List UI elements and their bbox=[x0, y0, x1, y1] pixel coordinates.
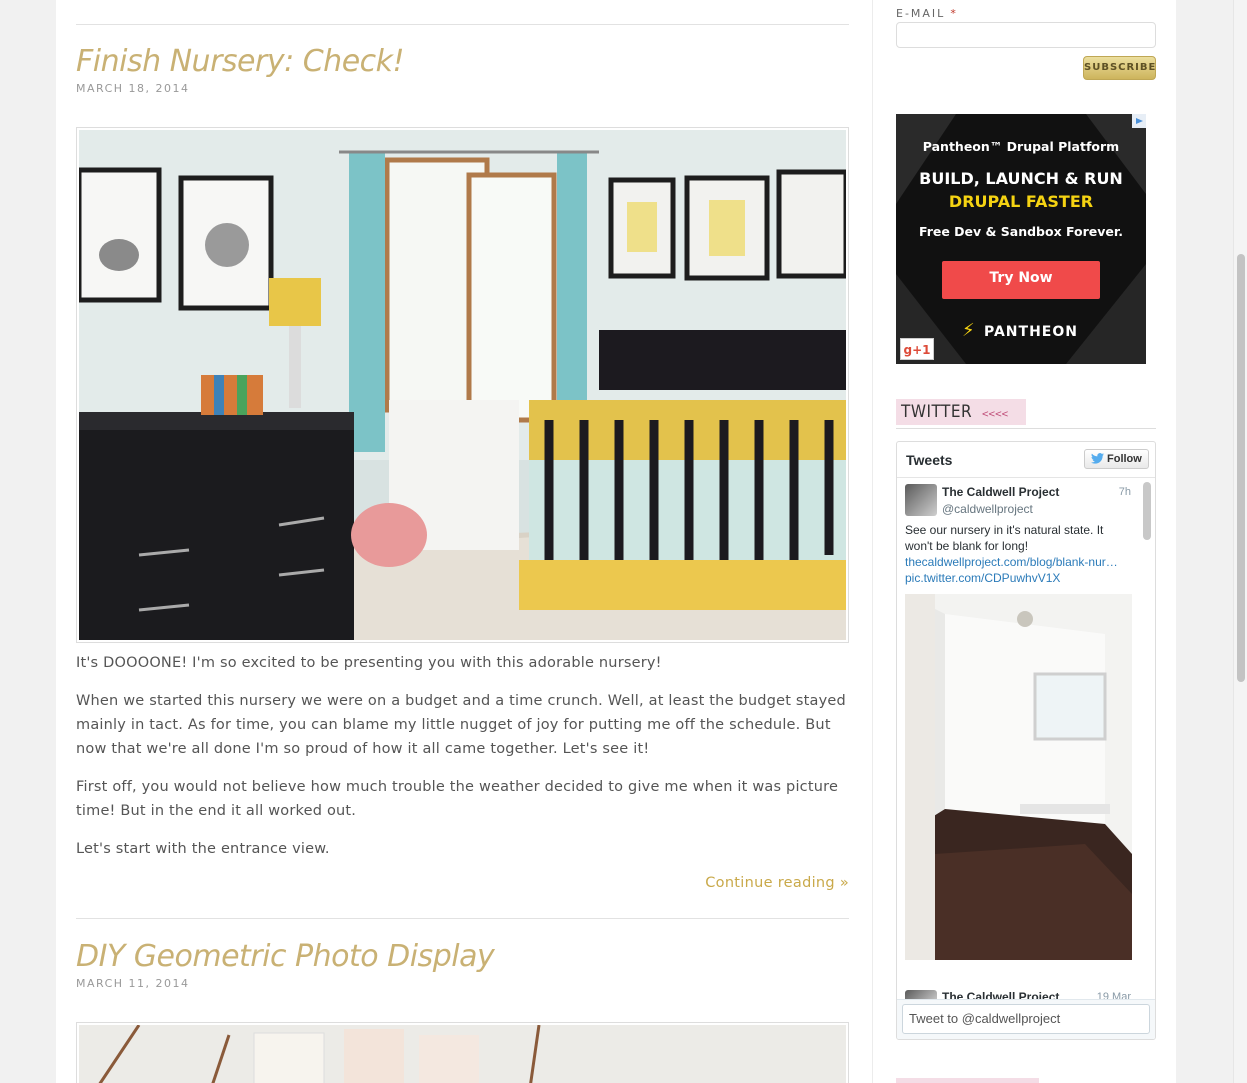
tweet-link[interactable]: thecaldwellproject.com/blog/blank-nur… bbox=[905, 554, 1131, 570]
pantheon-logo-text: PANTHEON bbox=[984, 324, 1078, 340]
ad-subline: Free Dev & Sandbox Forever. bbox=[918, 224, 1124, 239]
post-image[interactable] bbox=[76, 1022, 849, 1083]
nursery-photo bbox=[79, 130, 846, 640]
post-paragraph: It's DOOOONE! I'm so excited to be prese… bbox=[76, 655, 662, 671]
post-date: March 18, 2014 bbox=[76, 82, 190, 95]
pantheon-logo: ⚡ PANTHEON bbox=[962, 320, 1102, 342]
tweet-timestamp[interactable]: 7h bbox=[1119, 486, 1131, 498]
ad-headline-2: DRUPAL FASTER bbox=[948, 192, 1094, 211]
subscribe-button[interactable]: SUBSCRIBE bbox=[1083, 56, 1156, 80]
pantheon-ad[interactable]: Pantheon™ Drupal Platform BUILD, LAUNCH … bbox=[896, 114, 1146, 364]
twitter-arrows: <<<< bbox=[981, 409, 1009, 420]
next-section-tag bbox=[896, 1078, 1039, 1083]
empty-room-photo bbox=[905, 594, 1132, 960]
post-image[interactable] bbox=[76, 127, 849, 643]
avatar[interactable] bbox=[905, 484, 937, 516]
twitter-section-header: TWITTER <<<< bbox=[896, 399, 1156, 429]
window-scrollbar-thumb[interactable] bbox=[1237, 254, 1245, 682]
sidebar-divider bbox=[872, 0, 873, 1083]
post-title[interactable]: DIY Geometric Photo Display bbox=[76, 939, 849, 975]
twitter-bird-icon bbox=[1091, 453, 1104, 464]
email-label-text: E-MAIL bbox=[896, 7, 946, 20]
twitter-heading: TWITTER <<<< bbox=[896, 399, 1026, 425]
post-date: March 11, 2014 bbox=[76, 977, 190, 990]
follow-button[interactable]: Follow bbox=[1084, 449, 1149, 469]
tweet-photo[interactable] bbox=[905, 594, 1132, 960]
widget-scrollbar-thumb[interactable] bbox=[1143, 482, 1151, 540]
widget-title: Tweets bbox=[906, 452, 953, 468]
widget-scrollbar[interactable] bbox=[1143, 480, 1151, 1000]
tweet-author-name[interactable]: The Caldwell Project bbox=[942, 485, 1059, 499]
twitter-widget: Tweets Follow The Caldwell Project @cald… bbox=[896, 441, 1156, 1040]
follow-label: Follow bbox=[1107, 453, 1142, 465]
post-paragraph: First off, you would not believe how muc… bbox=[76, 779, 839, 819]
window-scrollbar[interactable] bbox=[1233, 0, 1247, 1083]
email-label: E-MAIL * bbox=[896, 2, 958, 21]
tweet-compose: Tweet to @caldwellproject bbox=[897, 999, 1155, 1039]
post: DIY Geometric Photo Display March 11, 20… bbox=[76, 939, 849, 990]
photo-display-image bbox=[79, 1024, 846, 1083]
widget-header: Tweets Follow bbox=[897, 442, 1155, 478]
tweet-pic-link[interactable]: pic.twitter.com/CDPuwhvV1X bbox=[905, 570, 1131, 586]
gplus-button[interactable]: g+1 bbox=[900, 338, 934, 360]
page: Finish Nursery: Check! March 18, 2014 bbox=[56, 0, 1176, 1083]
divider bbox=[76, 24, 849, 25]
post-paragraph: Let's start with the entrance view. bbox=[76, 841, 330, 857]
email-input[interactable] bbox=[896, 22, 1156, 48]
ad-headline-1: BUILD, LAUNCH & RUN bbox=[919, 169, 1123, 188]
ad-brand-line: Pantheon™ Drupal Platform bbox=[922, 139, 1120, 154]
twitter-heading-text: TWITTER bbox=[901, 402, 973, 422]
continue-reading-link[interactable]: Continue reading » bbox=[549, 875, 849, 891]
post-paragraph: When we started this nursery we were on … bbox=[76, 693, 846, 757]
try-now-button[interactable]: Try Now bbox=[942, 261, 1100, 299]
required-marker: * bbox=[950, 7, 958, 20]
tweet-text: See our nursery in it's natural state. I… bbox=[905, 522, 1131, 586]
post: Finish Nursery: Check! March 18, 2014 bbox=[76, 44, 849, 95]
tweet-author-handle[interactable]: @caldwellproject bbox=[942, 502, 1033, 516]
divider bbox=[76, 918, 849, 919]
tweet-to-input[interactable]: Tweet to @caldwellproject bbox=[902, 1004, 1150, 1034]
post-title[interactable]: Finish Nursery: Check! bbox=[76, 44, 849, 80]
bolt-icon: ⚡ bbox=[962, 320, 975, 341]
tweet-body: See our nursery in it's natural state. I… bbox=[905, 523, 1104, 553]
